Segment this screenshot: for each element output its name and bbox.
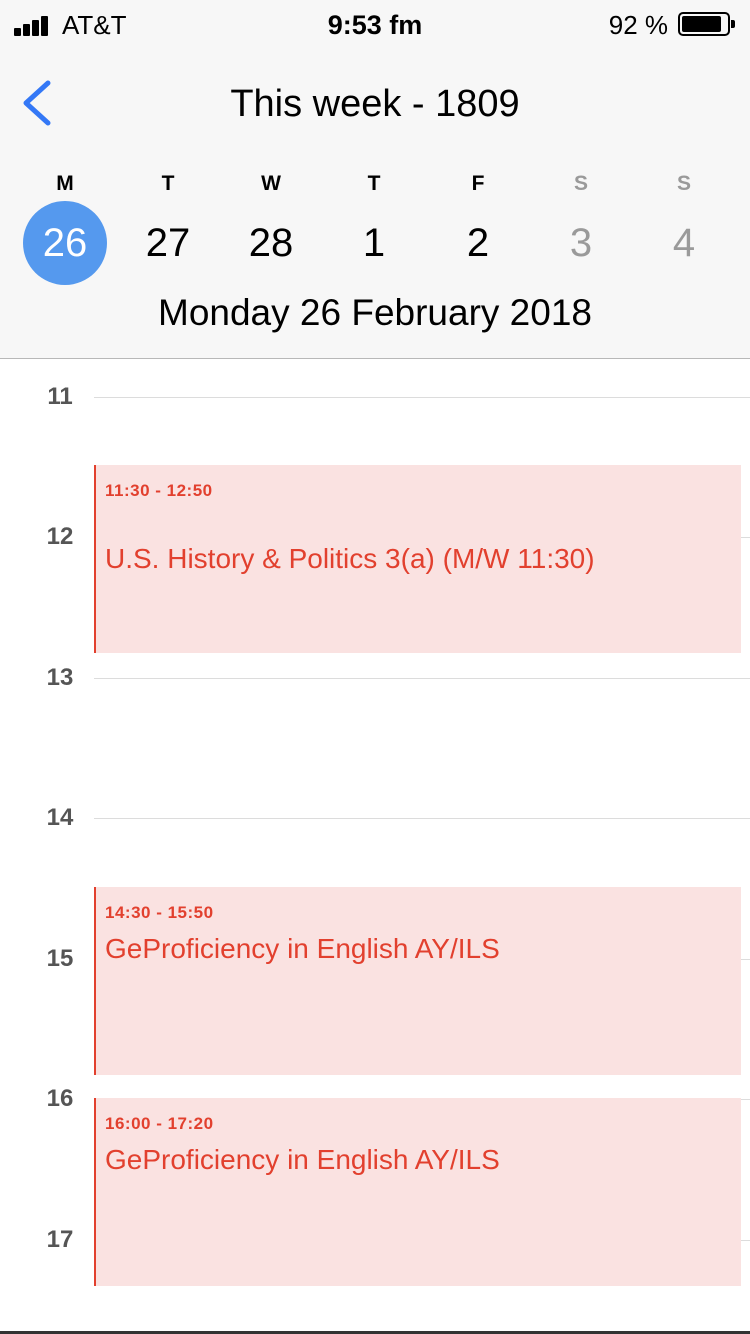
weekday-letter: F [471,172,485,195]
status-bar: AT&T 9:53 fm 92 % [0,0,750,50]
event-title: U.S. History & Politics 3(a) (M/W 11:30) [105,543,595,574]
weekday-letter: S [573,172,588,195]
weekday-letter: T [367,172,381,195]
calendar-event[interactable]: 14:30 - 15:50 GeProficiency in English AY… [94,887,741,1075]
day-button[interactable]: 4 [642,201,726,285]
day-button[interactable]: 27 [126,201,210,285]
day-selected[interactable]: 26 [23,201,107,285]
hour-label: 12 [46,523,74,550]
weekday-letter: W [261,172,281,195]
hour-label: 11 [47,383,73,410]
event-title: GeProficiency in English AY/ILS [105,933,500,964]
battery-percentage: 92 % [608,10,668,40]
hour-label: 17 [46,1226,74,1253]
day-button[interactable]: 2 [436,201,520,285]
hour-gridline [94,818,750,819]
calendar-event[interactable]: 16:00 - 17:20 GeProficiency in English AY… [94,1098,741,1286]
event-title: GeProficiency in English AY/ILS [105,1144,500,1175]
hour-label: 14 [46,804,74,831]
day-button[interactable]: 28 [229,201,313,285]
day-button[interactable]: 1 [332,201,416,285]
weekday-letter: T [161,172,175,195]
hour-label: 15 [46,945,74,972]
event-time: 14:30 - 15:50 [105,903,214,922]
event-time: 16:00 - 17:20 [105,1114,214,1133]
calendar-header: AT&T 9:53 fm 92 % This week - 1809 M 26 T 2… [0,0,750,359]
event-time: 11:30 - 12:50 [105,481,213,500]
page-title: This week - 1809 [230,83,520,125]
selected-date-label: Monday 26 February 2018 [158,292,592,333]
hour-label: 13 [46,664,74,691]
day-button[interactable]: 3 [539,201,623,285]
hour-gridline [94,678,750,679]
calendar-event[interactable]: 11:30 - 12:50 U.S. History & Politics 3(a… [94,465,741,653]
hour-gridline [94,397,750,398]
weekday-letter: S [676,172,691,195]
hour-label: 16 [46,1085,74,1112]
weekday-letter: M [56,172,74,195]
battery-icon [678,12,735,36]
